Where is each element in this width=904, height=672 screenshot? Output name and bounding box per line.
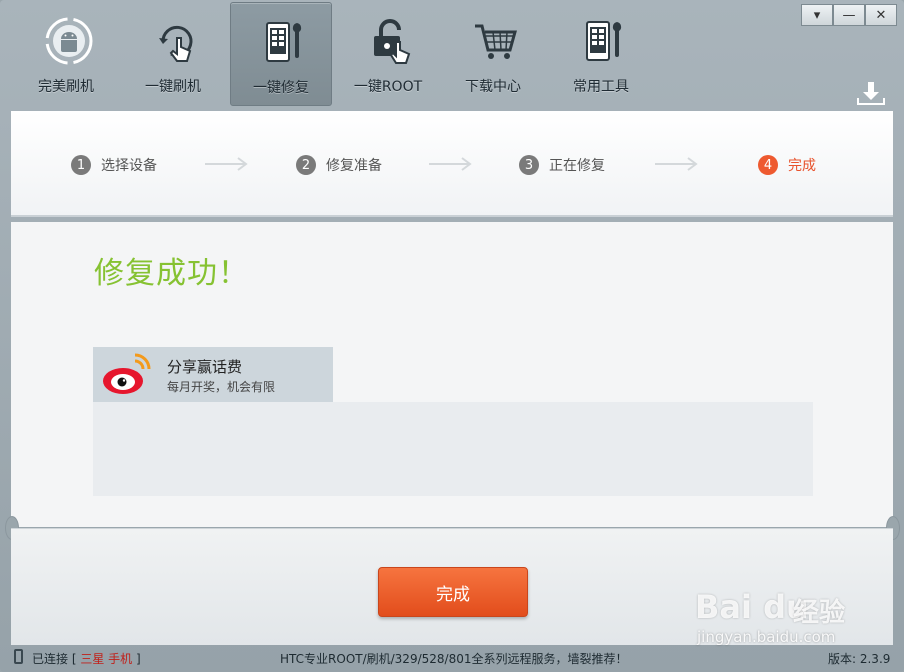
arrow-right-icon [655, 157, 698, 171]
menu-button[interactable]: ▾ [801, 4, 833, 26]
tool-label: 一键ROOT [353, 79, 423, 95]
baidu-watermark: Bai du 经验 jingyan.baidu.com [695, 578, 885, 650]
weibo-share-button[interactable]: 分享赢话费 每月开奖，机会有限 [93, 347, 333, 402]
watermark-brand-cn: 经验 [793, 598, 846, 628]
status-bar: 已连接 [ 三星 手机 ] HTC专业ROOT/刷机/329/528/801全系… [0, 644, 904, 672]
arrow-right-icon [429, 157, 472, 171]
step-number: 4 [758, 155, 778, 175]
step-4-current: 4 完成 [758, 154, 816, 176]
phone-tool-icon [586, 21, 622, 61]
tool-label: 下载中心 [465, 79, 521, 95]
tool-label: 一键修复 [253, 80, 309, 96]
step-number: 1 [71, 155, 91, 175]
cart-icon [475, 24, 517, 59]
finish-button[interactable]: 完成 [378, 567, 528, 617]
close-button[interactable]: ✕ [865, 4, 897, 26]
weibo-icon [103, 353, 151, 394]
version-label: 版本: 2.3.9 [828, 652, 891, 666]
step-label: 修复准备 [326, 158, 382, 174]
step-label: 完成 [788, 158, 816, 174]
phone-icon [14, 649, 23, 664]
device-name: 三星 手机 [76, 652, 136, 666]
tool-one-click-flash[interactable]: 一键刷机 [123, 2, 223, 104]
android-icon [45, 17, 93, 65]
tool-one-click-repair[interactable]: 一键修复 [230, 2, 332, 106]
tool-label: 完美刷机 [38, 79, 94, 95]
tool-download-center[interactable]: 下载中心 [443, 2, 543, 104]
watermark-brand-latin: Bai du [695, 588, 809, 626]
connected-suffix: ] [135, 652, 141, 666]
tool-common-tools[interactable]: 常用工具 [551, 2, 651, 104]
connection-status: 已连接 [ 三星 手机 ] [32, 650, 141, 667]
tool-label: 常用工具 [573, 79, 629, 95]
progress-steps: 1 选择设备 2 修复准备 3 正在修复 4 完成 [11, 111, 893, 217]
result-panel: 修复成功！ 分享赢话费 每月开奖，机会有限 [11, 222, 893, 527]
tool-one-click-root[interactable]: 一键ROOT [338, 2, 438, 104]
phone-wrench-icon [266, 22, 302, 62]
main-toolbar: 完美刷机 一键刷机 一键修复 一键ROOT 下载中心 常用工具 ▾ — ✕ [0, 0, 904, 110]
refresh-hand-icon [159, 25, 193, 62]
tool-label: 一键刷机 [145, 79, 201, 95]
step-3: 3 正在修复 [519, 154, 605, 176]
success-title: 修复成功！ [94, 256, 249, 291]
step-label: 选择设备 [101, 158, 157, 174]
minimize-button[interactable]: — [833, 4, 865, 26]
step-number: 2 [296, 155, 316, 175]
share-subtitle: 每月开奖，机会有限 [167, 380, 276, 394]
step-2: 2 修复准备 [296, 154, 382, 176]
arrow-right-icon [205, 157, 248, 171]
connected-prefix: 已连接 [ [32, 652, 77, 666]
step-1: 1 选择设备 [71, 154, 157, 176]
share-panel-area [93, 402, 813, 496]
step-label: 正在修复 [549, 158, 605, 174]
app-window: 完美刷机 一键刷机 一键修复 一键ROOT 下载中心 常用工具 ▾ — ✕ 1 … [0, 0, 904, 672]
share-title: 分享赢话费 [167, 358, 243, 376]
download-icon[interactable] [856, 80, 886, 106]
lock-hand-icon [374, 19, 411, 64]
step-number: 3 [519, 155, 539, 175]
promo-link[interactable]: HTC专业ROOT/刷机/329/528/801全系列远程服务，墙裂推荐！ [280, 650, 627, 667]
tool-perfect-flash[interactable]: 完美刷机 [16, 2, 116, 104]
